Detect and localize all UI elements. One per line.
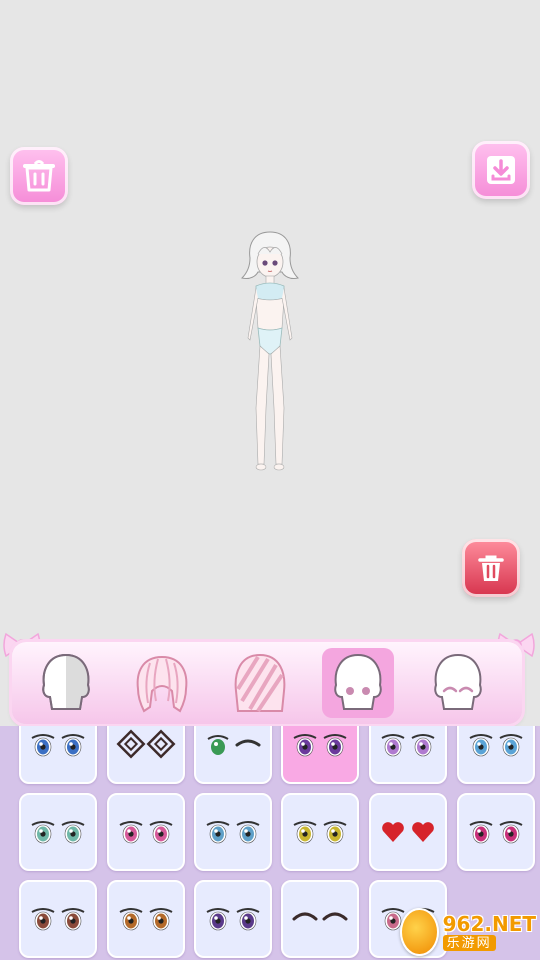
tab-expression[interactable]: [422, 648, 494, 718]
heart-eyes-icon: [382, 822, 434, 842]
back-hair-icon: [136, 655, 188, 713]
eye-option-purple-eyes[interactable]: [281, 726, 359, 784]
eye-option-yellow-black-eyes[interactable]: [281, 793, 359, 871]
brown-eyes-icon: [31, 908, 85, 931]
lilac-eyes-icon: [381, 734, 435, 757]
tab-back-hair[interactable]: [126, 648, 198, 718]
eye-option-sky-eyes[interactable]: [457, 726, 535, 784]
outfit-hanger-icon: [23, 160, 55, 192]
eye-option-lilac-eyes[interactable]: [369, 726, 447, 784]
eye-option-spiral-eyes[interactable]: [107, 726, 185, 784]
outfit-button[interactable]: [10, 147, 68, 205]
front-hair-icon: [234, 653, 286, 713]
face-eyes-icon: [334, 653, 382, 710]
watermark-main-text: 962.NET: [442, 912, 536, 936]
mint-eyes-icon: [31, 821, 85, 844]
category-tab-bar: [12, 642, 522, 724]
watermark-logo-icon: [400, 908, 439, 956]
green-wink-icon: [207, 735, 261, 755]
sky-eyes-icon: [469, 734, 523, 757]
closed-eyes-icon: [292, 912, 348, 921]
eye-option-brown-eyes[interactable]: [19, 880, 97, 958]
pink-sparkle-eyes-icon: [119, 821, 173, 844]
magenta-eyes-icon: [469, 821, 523, 844]
purple-eyes-icon: [293, 734, 347, 757]
eye-option-teal-blue-eyes[interactable]: [194, 793, 272, 871]
eye-option-magenta-eyes[interactable]: [457, 793, 535, 871]
violet-eyes-icon: [206, 908, 260, 931]
face-expression-icon: [434, 653, 482, 710]
teal-blue-eyes-icon: [206, 821, 260, 844]
eye-option-amber-eyes[interactable]: [107, 880, 185, 958]
blue-eyes-icon: [31, 734, 85, 757]
tab-skin[interactable]: [30, 648, 102, 718]
spiral-eyes-icon: [116, 729, 176, 759]
watermark-sub-text: 乐游网: [442, 935, 496, 951]
skin-tone-icon: [42, 653, 90, 710]
watermark: 962.NET 乐游网: [400, 908, 536, 956]
character-avatar[interactable]: [234, 228, 306, 474]
download-button[interactable]: [472, 141, 530, 199]
yellow-black-eyes-icon: [293, 821, 347, 844]
eye-option-closed-eyes[interactable]: [281, 880, 359, 958]
eye-option-mint-eyes[interactable]: [19, 793, 97, 871]
tab-eyes[interactable]: [322, 648, 394, 718]
download-icon: [487, 156, 515, 184]
eye-option-blue-eyes[interactable]: [19, 726, 97, 784]
eye-option-violet-eyes[interactable]: [194, 880, 272, 958]
eye-option-green-wink[interactable]: [194, 726, 272, 784]
delete-button[interactable]: [462, 539, 520, 597]
trash-icon: [478, 555, 504, 581]
amber-eyes-icon: [119, 908, 173, 931]
eye-option-heart-eyes[interactable]: [369, 793, 447, 871]
eye-option-pink-sparkle-eyes[interactable]: [107, 793, 185, 871]
character-stage: [0, 0, 540, 640]
tab-front-hair[interactable]: [224, 648, 296, 718]
